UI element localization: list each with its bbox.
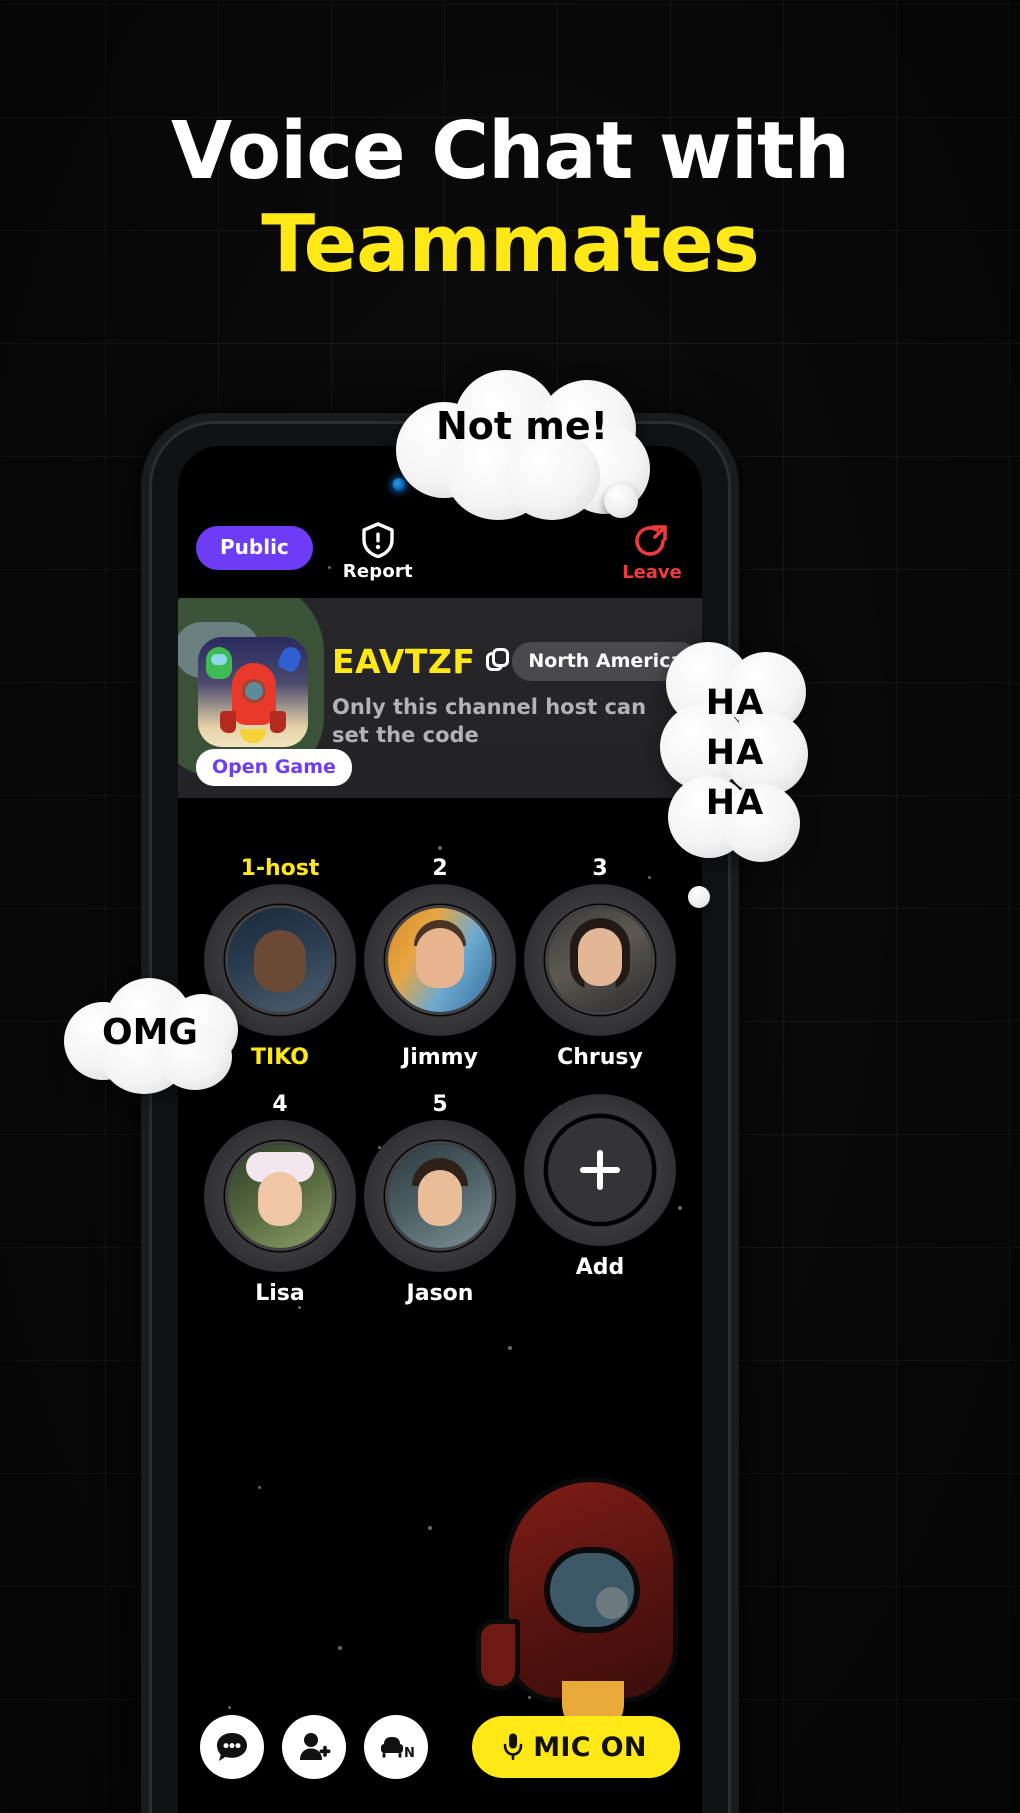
report-label: Report [342, 561, 413, 582]
leave-button[interactable]: Leave [620, 524, 684, 583]
seat-number: 5 [432, 1092, 448, 1117]
participant-name: Jimmy [402, 1045, 478, 1070]
report-button[interactable]: Report [343, 522, 413, 582]
invite-button[interactable] [282, 1715, 346, 1779]
game-thumbnail[interactable] [198, 637, 308, 747]
bubble-text: OMG [102, 1012, 198, 1053]
headline-line-1: Voice Chat with [171, 105, 850, 197]
bubble-text: Not me! [435, 404, 608, 448]
app-bottom-bar: N MIC ON [178, 1711, 702, 1783]
bubble-line-1: HA [705, 683, 765, 723]
bubble-tail [604, 484, 638, 518]
seat-number: 4 [272, 1092, 288, 1117]
mini-crewmate-blue-icon [275, 643, 305, 675]
speech-bubble-omg: OMG [62, 976, 238, 1096]
mini-crewmate-green-icon [206, 647, 232, 679]
shield-exclamation-icon [362, 522, 394, 558]
bubble-tail [688, 886, 710, 908]
participant-seat-add[interactable]: Add [524, 1092, 676, 1306]
speech-bubble-haha: HA HA HA [660, 638, 810, 908]
participant-name: Add [575, 1255, 625, 1280]
add-participant-icon[interactable] [548, 1118, 652, 1222]
app-top-bar: Public Report Leave [178, 522, 702, 596]
game-info-card[interactable]: EAVTZF North America Only this channel h… [178, 598, 702, 798]
svg-text:N: N [404, 1746, 414, 1761]
participant-seat-4[interactable]: 4 Lisa [204, 1092, 356, 1306]
participant-name: Lisa [255, 1281, 305, 1306]
seat-number: 1-host [240, 856, 320, 881]
copy-icon[interactable] [486, 648, 512, 674]
participant-row-2: 4 Lisa 5 Jason Add [178, 1092, 702, 1306]
seat-number: 3 [592, 856, 608, 881]
seat-mode-button[interactable]: N [364, 1715, 428, 1779]
add-person-icon [300, 1733, 331, 1760]
privacy-badge-public[interactable]: Public [196, 526, 313, 570]
seat-number: 2 [432, 856, 448, 881]
participant-grid: 1-host TIKO 2 Jimmy 3 Chrusy 4 Lisa 5 Ja… [178, 856, 702, 1328]
avatar [388, 1144, 492, 1248]
microphone-icon [503, 1733, 523, 1760]
participant-row-1: 1-host TIKO 2 Jimmy 3 Chrusy [178, 856, 702, 1070]
mic-toggle-button[interactable]: MIC ON [472, 1716, 680, 1778]
rocket-background-art [470, 1449, 702, 1735]
phone-screen: Public Report Leave EAVTZF North America… [178, 446, 702, 1813]
headline-line-2: Teammates [261, 198, 760, 290]
poster-headline: Voice Chat with Teammates [0, 108, 1020, 294]
avatar [388, 908, 492, 1012]
participant-seat-2[interactable]: 2 Jimmy [364, 856, 516, 1070]
exit-arrow-icon [635, 525, 667, 556]
participant-name: Chrusy [557, 1045, 643, 1070]
sofa-n-icon: N [381, 1737, 414, 1761]
open-game-button[interactable]: Open Game [196, 749, 352, 786]
game-card-description: Only this channel host can set the code [332, 694, 647, 747]
avatar [228, 1144, 332, 1248]
chat-button[interactable] [200, 1715, 264, 1779]
chat-bubble-icon [217, 1733, 247, 1761]
avatar [548, 908, 652, 1012]
bubble-text: HA HA HA [660, 678, 810, 828]
avatar [228, 908, 332, 1012]
bubble-line-3: HA [705, 783, 765, 823]
mic-label: MIC ON [533, 1731, 647, 1763]
bubble-line-2: HA [705, 733, 765, 773]
room-code: EAVTZF [332, 641, 476, 681]
participant-seat-5[interactable]: 5 Jason [364, 1092, 516, 1306]
participant-name: TIKO [251, 1045, 309, 1070]
leave-label: Leave [622, 562, 682, 583]
speech-bubble-not-me: Not me! [392, 366, 652, 520]
participant-seat-3[interactable]: 3 Chrusy [524, 856, 676, 1070]
participant-name: Jason [406, 1281, 474, 1306]
phone-mockup: Public Report Leave EAVTZF North America… [152, 424, 728, 1813]
